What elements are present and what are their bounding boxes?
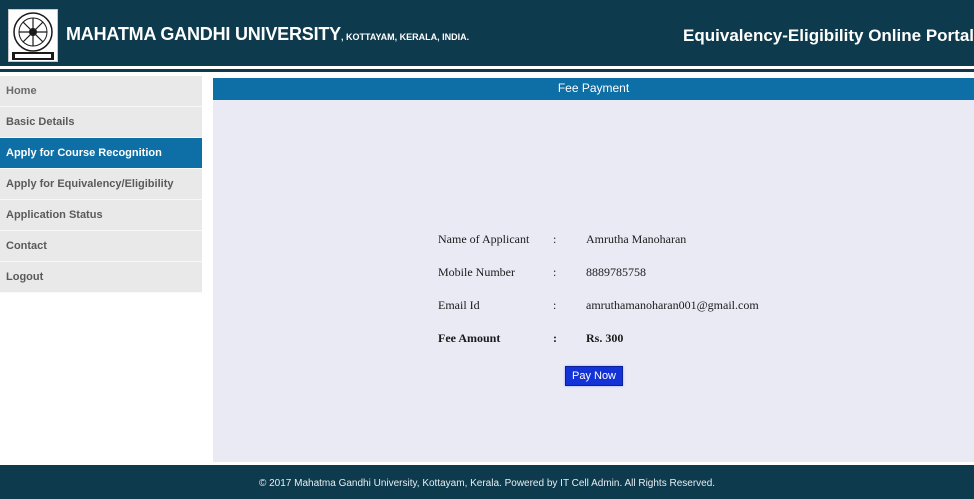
- mobile-number-value: 8889785758: [586, 265, 646, 279]
- portal-title: Equivalency-Eligibility Online Portal: [683, 26, 974, 45]
- fee-payment-panel: Fee Payment Name of Applicant : Amrutha …: [213, 78, 974, 462]
- mobile-number-row: Mobile Number : 8889785758: [213, 265, 974, 285]
- email-row: Email Id : amruthamanoharan001@gmail.com: [213, 298, 974, 318]
- page-footer: © 2017 Mahatma Gandhi University, Kottay…: [0, 465, 974, 499]
- sidebar-item-apply-equivalency[interactable]: Apply for Equivalency/Eligibility: [0, 169, 202, 200]
- sidebar-item-apply-course-recognition[interactable]: Apply for Course Recognition: [0, 138, 202, 169]
- email-value: amruthamanoharan001@gmail.com: [586, 298, 759, 312]
- field-separator: :: [553, 265, 557, 279]
- field-label: Email Id: [438, 298, 480, 312]
- field-label: Name of Applicant: [438, 232, 530, 246]
- applicant-name-value: Amrutha Manoharan: [586, 232, 687, 246]
- field-label: Mobile Number: [438, 265, 515, 279]
- field-separator: :: [553, 298, 557, 312]
- sidebar-nav: Home Basic Details Apply for Course Reco…: [0, 76, 202, 293]
- university-name: MAHATMA GANDHI UNIVERSITY, KOTTAYAM, KER…: [66, 24, 469, 45]
- fee-amount-row: Fee Amount : Rs. 300: [213, 331, 974, 351]
- university-emblem-icon: [8, 9, 58, 62]
- university-location: , KOTTAYAM, KERALA, INDIA.: [341, 32, 470, 42]
- fee-amount-value: Rs. 300: [586, 331, 624, 345]
- university-name-text: MAHATMA GANDHI UNIVERSITY: [66, 24, 341, 44]
- sidebar-item-contact[interactable]: Contact: [0, 231, 202, 262]
- applicant-name-row: Name of Applicant : Amrutha Manoharan: [213, 232, 974, 252]
- sidebar-item-home[interactable]: Home: [0, 76, 202, 107]
- field-separator: :: [553, 232, 557, 246]
- page-header: MAHATMA GANDHI UNIVERSITY, KOTTAYAM, KER…: [0, 0, 974, 66]
- header-divider: [0, 69, 974, 72]
- sidebar-item-logout[interactable]: Logout: [0, 262, 202, 293]
- field-separator: :: [553, 331, 557, 345]
- sidebar-item-application-status[interactable]: Application Status: [0, 200, 202, 231]
- pay-now-button[interactable]: Pay Now: [565, 366, 623, 386]
- panel-title: Fee Payment: [213, 78, 974, 100]
- field-label: Fee Amount: [438, 331, 501, 345]
- sidebar-item-basic-details[interactable]: Basic Details: [0, 107, 202, 138]
